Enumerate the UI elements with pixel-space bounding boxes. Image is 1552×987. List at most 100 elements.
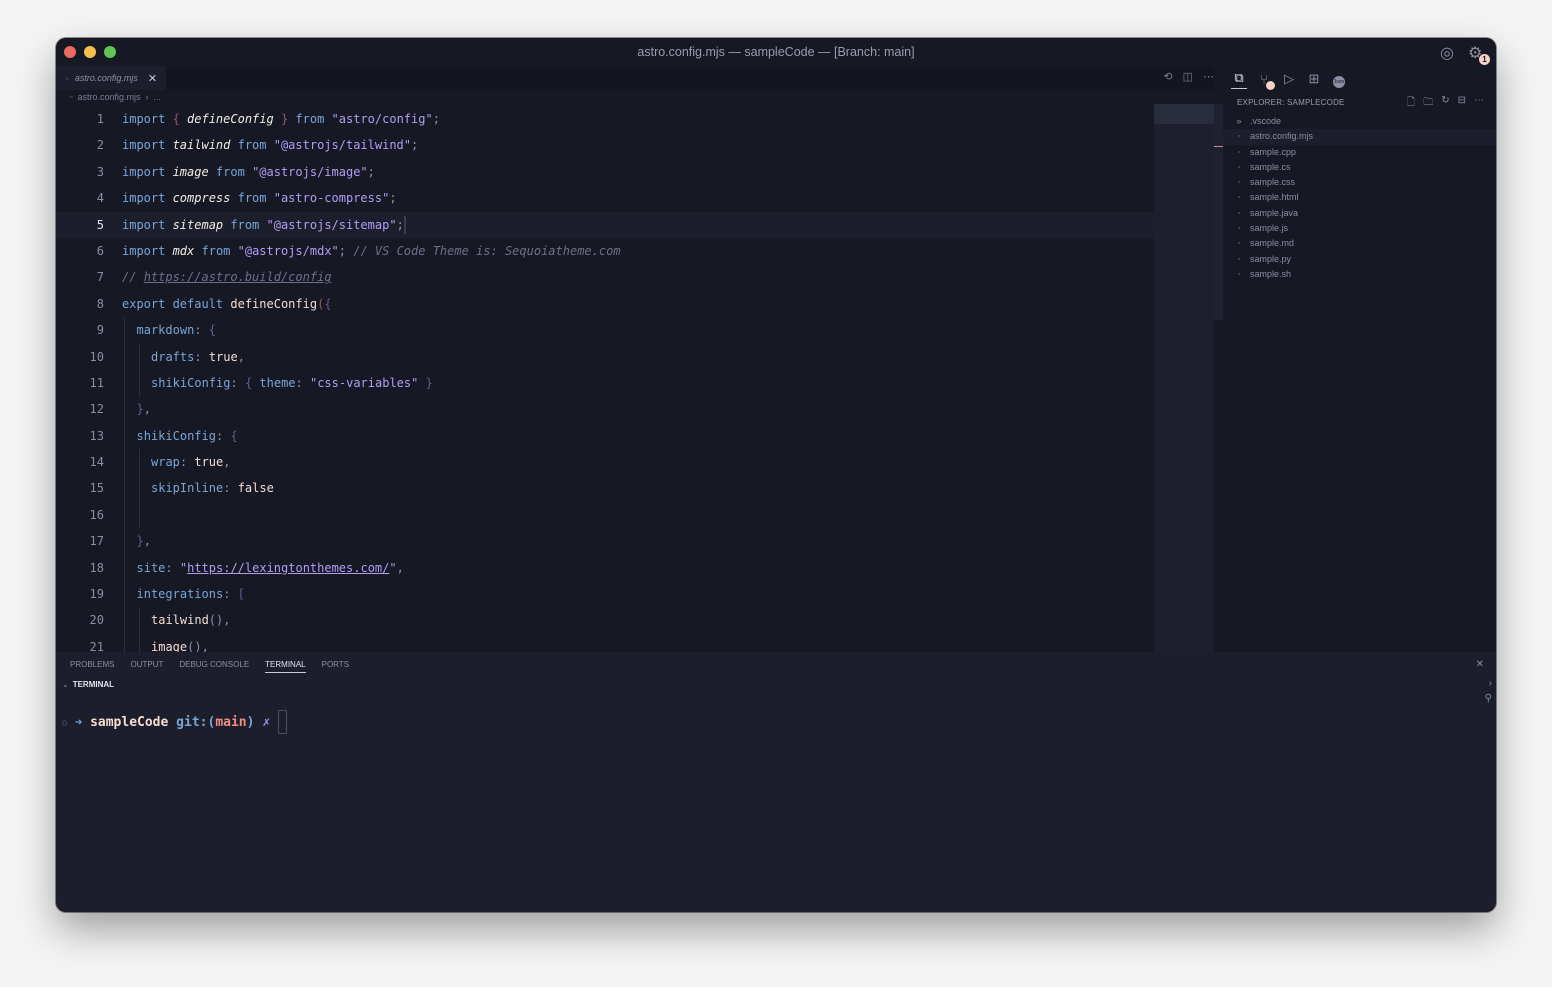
- code-token: ,: [223, 455, 231, 470]
- line-number: 2: [96, 138, 104, 153]
- code-token: :: [215, 428, 231, 443]
- code-line[interactable]: 17},: [56, 528, 1154, 555]
- breadcrumb-symbol[interactable]: ...: [154, 92, 162, 102]
- code-line[interactable]: 11 shikiConfig: { theme: "css-variables" …: [56, 369, 1154, 397]
- file-label: sample.js: [1250, 223, 1289, 234]
- search-icon[interactable]: ⚲: [1485, 693, 1492, 704]
- code-line[interactable]: 20 tailwind(),: [56, 607, 1154, 634]
- code-line[interactable]: 7 // https://astro.build/config: [56, 264, 1154, 290]
- code-token: import: [122, 164, 173, 179]
- text-cursor: [403, 216, 406, 235]
- timeline-icon[interactable]: ⟲: [1163, 70, 1172, 83]
- more-actions-icon[interactable]: ⋯: [1203, 70, 1214, 83]
- account-icon[interactable]: ◎: [1440, 43, 1458, 62]
- code-line[interactable]: 12},: [56, 396, 1154, 423]
- source-control-icon[interactable]: ⑂: [1256, 72, 1275, 90]
- minimap[interactable]: [1154, 104, 1214, 652]
- indent-guide: [138, 607, 140, 634]
- code-token: export default: [122, 296, 231, 311]
- new-folder-icon[interactable]: 🗀: [1423, 95, 1433, 112]
- file-icon: ▫: [1237, 163, 1241, 171]
- indent-guide: [138, 633, 140, 652]
- code-token: shikiConfig: [151, 375, 231, 390]
- more-icon[interactable]: ⋯: [1474, 95, 1484, 112]
- line-number: 1: [96, 112, 104, 126]
- tab-astro-config[interactable]: ▫ astro.config.mjs ✕: [56, 66, 166, 90]
- file-item[interactable]: ▫ sample.html: [1223, 190, 1496, 205]
- code-line[interactable]: 6 import mdx from "@astrojs/mdx"; // VS C…: [56, 238, 1154, 264]
- json-icon[interactable]: Json: [1331, 71, 1347, 88]
- code-line[interactable]: 18 site: "https://lexingtonthemes.com/",: [56, 554, 1154, 582]
- file-item[interactable]: ▫ astro.config.mjs: [1223, 129, 1496, 145]
- file-item[interactable]: ▫ sample.cpp: [1223, 145, 1496, 160]
- code-token: from: [194, 243, 238, 258]
- code-token[interactable]: https://lexingtonthemes.com/: [187, 561, 389, 575]
- folder-item[interactable]: » .vscode: [1223, 114, 1496, 129]
- code-line[interactable]: 13 shikiConfig: {: [56, 422, 1154, 450]
- breadcrumb-separator-icon: ›: [145, 92, 149, 102]
- vscode-window: astro.config.mjs — sampleCode — [Branch:…: [56, 38, 1496, 912]
- explorer-icon[interactable]: ⧉: [1231, 70, 1247, 89]
- split-editor-icon[interactable]: ◫: [1183, 70, 1193, 83]
- code-text: markdown: {: [137, 317, 216, 343]
- code-line[interactable]: 14 wrap: true,: [56, 449, 1154, 476]
- explorer-header: EXPLORER: SAMPLECODE: [1237, 98, 1345, 107]
- minimap-slider[interactable]: [1154, 104, 1214, 124]
- file-item[interactable]: ▫ sample.md: [1223, 236, 1496, 251]
- code-token: drafts: [151, 349, 195, 364]
- terminal-section-header[interactable]: ⌄ TERMINAL: [62, 680, 114, 689]
- file-label: sample.cs: [1250, 161, 1291, 172]
- code-token: :: [194, 323, 209, 338]
- terminal-prompt[interactable]: ○ ➜ sampleCode git:(main) ✗: [62, 710, 288, 734]
- code-line[interactable]: 5 import sitemap from "@astrojs/sitemap";: [56, 211, 1154, 238]
- settings-gear-icon[interactable]: ⚙ 1: [1468, 43, 1490, 65]
- code-text: shikiConfig: {: [137, 423, 238, 449]
- code-line[interactable]: 8 export default defineConfig({: [56, 291, 1154, 317]
- code-token[interactable]: https://astro.build/config: [144, 270, 332, 284]
- close-panel-icon[interactable]: ✕: [1476, 659, 1484, 670]
- file-item[interactable]: ▫ sample.cs: [1223, 160, 1496, 175]
- indent-guide: [124, 528, 125, 555]
- new-file-icon[interactable]: 🗋: [1407, 95, 1415, 112]
- code-line[interactable]: 9 markdown: {: [56, 317, 1154, 344]
- code-line[interactable]: 2 import tailwind from "@astrojs/tailwind…: [56, 132, 1154, 158]
- code-line[interactable]: 4 import compress from "astro-compress";: [56, 185, 1154, 211]
- collapse-all-icon[interactable]: ⊟: [1458, 95, 1466, 112]
- run-debug-icon[interactable]: ▷: [1281, 71, 1297, 87]
- code-text: skipInline: false: [151, 475, 274, 501]
- tab-output[interactable]: OUTPUT: [130, 660, 163, 673]
- editor-scrollbar[interactable]: [1214, 104, 1223, 320]
- code-token: import: [122, 217, 173, 232]
- close-tab-icon[interactable]: ✕: [148, 72, 157, 85]
- chevron-right-icon[interactable]: ›: [1489, 678, 1492, 689]
- code-line[interactable]: 3 import image from "@astrojs/image";: [56, 159, 1154, 185]
- code-line[interactable]: 1 import { defineConfig } from "astro/con…: [56, 106, 1154, 132]
- indent-guide: [124, 607, 125, 634]
- tab-terminal[interactable]: TERMINAL: [265, 660, 306, 673]
- file-item[interactable]: ▫ sample.java: [1223, 206, 1496, 221]
- tab-debug-console[interactable]: DEBUG CONSOLE: [179, 660, 249, 673]
- code-token: import: [122, 243, 173, 258]
- file-item[interactable]: ▫ sample.js: [1223, 221, 1496, 236]
- code-token: {: [244, 375, 260, 390]
- breadcrumb-file[interactable]: astro.config.mjs: [77, 92, 140, 102]
- indent-guide: [124, 396, 125, 423]
- code-line[interactable]: 21 image(),: [56, 633, 1154, 652]
- file-item[interactable]: ▫ sample.py: [1223, 252, 1496, 267]
- prompt-arrow-icon: ➜: [74, 715, 83, 729]
- refresh-icon[interactable]: ↻: [1441, 95, 1449, 112]
- code-token: :: [230, 375, 245, 390]
- code-editor[interactable]: 1 import { defineConfig } from "astro/con…: [56, 106, 1154, 652]
- file-item[interactable]: ▫ sample.css: [1223, 175, 1496, 190]
- extensions-icon[interactable]: ⊞: [1306, 71, 1322, 87]
- tab-ports[interactable]: PORTS: [322, 660, 349, 673]
- code-line[interactable]: 15 skipInline: false: [56, 475, 1154, 502]
- code-token: integrations: [136, 587, 224, 602]
- code-line[interactable]: 19 integrations: [: [56, 581, 1154, 608]
- file-item[interactable]: ▫ sample.sh: [1223, 267, 1496, 282]
- code-line[interactable]: 16: [56, 501, 1154, 529]
- code-line[interactable]: 10 drafts: true,: [56, 343, 1154, 370]
- code-text: import { defineConfig } from "astro/conf…: [122, 106, 440, 132]
- code-token: shikiConfig: [136, 428, 216, 443]
- tab-problems[interactable]: PROBLEMS: [70, 660, 114, 673]
